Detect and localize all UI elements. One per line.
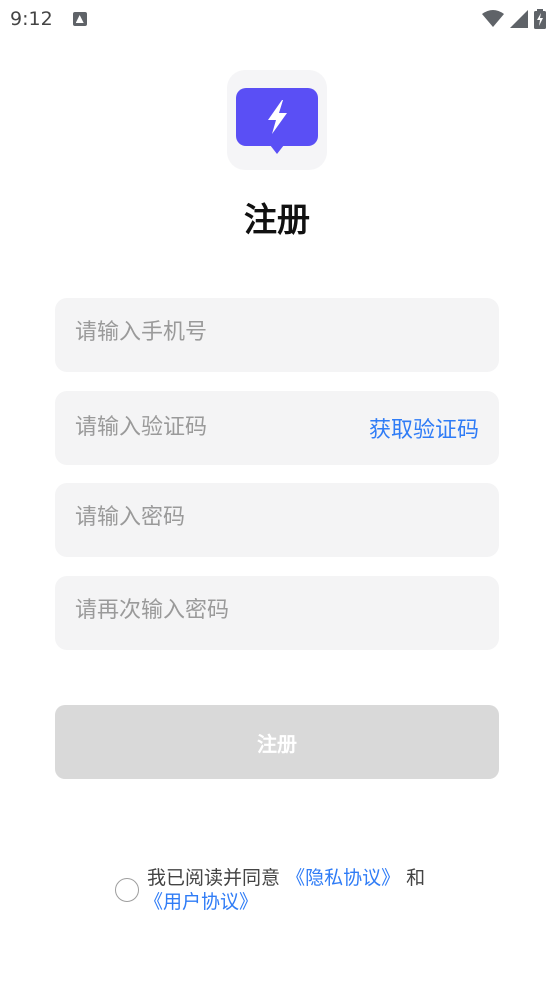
battery-charging-icon [534,9,546,29]
agreement-checkbox[interactable] [115,878,139,902]
phone-input[interactable] [75,319,479,345]
verification-code-input[interactable] [75,414,369,440]
agreement-and: 和 [406,867,426,889]
status-right-icons [482,9,546,29]
verification-code-field[interactable]: 获取验证码 [55,391,499,465]
agreement-prefix: 我已阅读并同意 [147,867,281,889]
password-confirm-field[interactable] [55,576,499,650]
app-logo [227,70,327,170]
status-bar: 9:12 [0,0,554,38]
page-title: 注册 [244,200,310,239]
password-confirm-input[interactable] [75,597,479,623]
user-agreement-link[interactable]: 《用户协议》 [144,891,258,913]
status-time: 9:12 [10,8,53,30]
register-screen: 9:12 注册 获取验证码 [0,0,554,985]
password-field[interactable] [55,483,499,557]
agreement-row: 我已阅读并同意 《隐私协议》 和《用户协议》 [115,866,455,914]
phone-field[interactable] [55,298,499,372]
signal-icon [510,10,528,28]
wifi-icon [482,10,504,27]
password-input[interactable] [75,504,479,530]
get-code-button[interactable]: 获取验证码 [369,412,479,444]
notification-a-icon [72,12,87,26]
privacy-agreement-link[interactable]: 《隐私协议》 [286,867,400,889]
lightning-chat-bubble-icon [236,88,318,154]
agreement-text: 我已阅读并同意 《隐私协议》 和《用户协议》 [144,866,455,914]
register-button[interactable]: 注册 [55,705,499,779]
